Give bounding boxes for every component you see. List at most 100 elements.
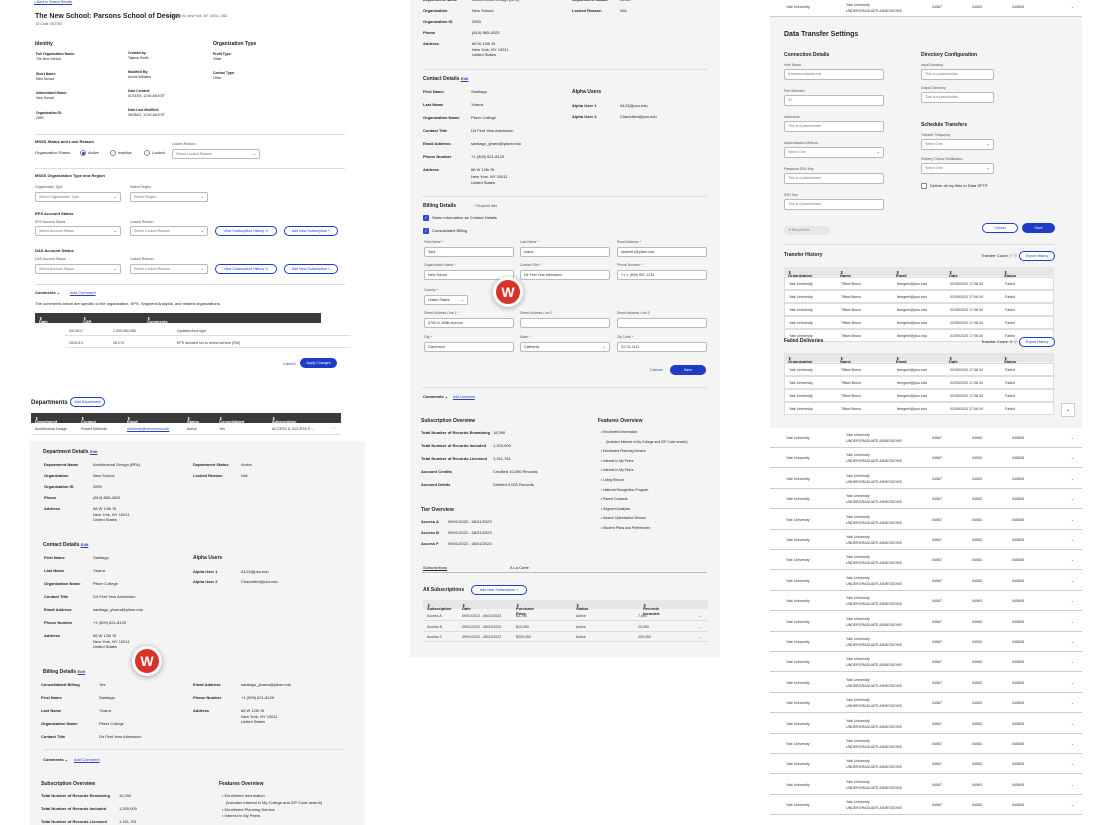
chevron-down-icon[interactable]: ⌄ <box>1071 803 1074 807</box>
connection-input[interactable]: This is a placeholder <box>784 121 884 132</box>
history-row[interactable]: Yale University Tiffani Bruno tbergerd@psu… <box>784 376 1054 389</box>
top-list-row[interactable]: Yale University Yale University UNDERGRA… <box>770 0 1082 17</box>
col-records-included[interactable]: Records Included ⇕ <box>643 603 659 616</box>
locked-reason-select[interactable]: Select Locked Reason ⌄ <box>172 149 260 159</box>
radio-active[interactable] <box>80 150 86 156</box>
col-subscription[interactable]: Subscription ⇕ <box>272 416 296 424</box>
col-subscription[interactable]: Subscription ⇕ <box>427 603 451 611</box>
form-input[interactable]: +1 ∨ (909) 657-1234 <box>617 270 707 280</box>
col-email[interactable]: Email ⇕ <box>896 356 907 364</box>
add-comment-link[interactable]: Add Comment <box>453 395 475 399</box>
save-button[interactable]: Save <box>1022 223 1055 233</box>
chevron-down-icon[interactable]: ⌄ <box>1071 762 1074 766</box>
scroll-down-button[interactable]: ⌄ <box>1061 403 1075 417</box>
form-input[interactable]: Dir First Year Admission <box>520 270 610 280</box>
chevron-down-icon[interactable]: ⌄ <box>1071 538 1074 542</box>
edit-link[interactable]: Edit <box>90 449 98 454</box>
chevron-down-icon[interactable]: ⌄ <box>699 614 702 618</box>
eps-view-history-button[interactable]: View Subscription History ↻ <box>215 226 277 236</box>
save-button[interactable]: Save <box>670 365 706 375</box>
col-email[interactable]: Email ⇕ <box>127 416 138 424</box>
add-comment-link[interactable]: Add Comment <box>70 291 96 295</box>
org-list-row[interactable]: Yale University Yale University UNDERGRADU… <box>770 734 1082 754</box>
col-consolidated-billing[interactable]: Consolidated Billing ⇕ <box>219 416 244 429</box>
directory-input[interactable]: This is a placeholder <box>921 69 994 80</box>
chevron-up-icon[interactable]: ⌃ <box>333 427 336 431</box>
org-list-row[interactable]: Yale University Yale University UNDERGRADU… <box>770 632 1082 652</box>
col-name[interactable]: Name ⇕ <box>840 270 851 278</box>
tab-a-la-carte[interactable]: A La Carte <box>510 566 529 570</box>
das-status-select[interactable]: Select Account Status ⌄ <box>35 264 121 274</box>
chevron-down-icon[interactable]: ⌄ <box>1071 742 1074 746</box>
add-comment-link[interactable]: Add Comment <box>74 758 100 762</box>
org-type-select[interactable]: Select Organization Type ⌄ <box>35 192 121 202</box>
chevron-down-icon[interactable]: ⌄ <box>1071 518 1074 522</box>
chevron-down-icon[interactable]: ⌄ <box>1071 558 1074 562</box>
reset-fields-button[interactable]: ⟲ Reset fields <box>784 226 830 235</box>
directory-input[interactable]: This is a placeholder <box>921 92 994 103</box>
org-list-row[interactable]: Yale University Yale University UNDERGRADU… <box>770 469 1082 489</box>
chevron-down-icon[interactable]: ⌄ <box>1071 681 1074 685</box>
comment-row[interactable]: 10/11/13 26,274 EPS decided not to renew s… <box>65 337 351 348</box>
comment-row[interactable]: 09/19/17 1,000,080,080 Updated Acct type <box>65 325 351 336</box>
edit-link[interactable]: Edit <box>81 542 89 547</box>
org-list-row[interactable]: Yale University Yale University UNDERGRADU… <box>770 550 1082 571</box>
org-list-row[interactable]: Yale University Yale University UNDERGRADU… <box>770 775 1082 795</box>
comments-toggle[interactable]: Comments ⌄ <box>423 395 448 399</box>
chevron-down-icon[interactable]: ⌄ <box>1071 660 1074 664</box>
chevron-down-icon[interactable]: ⌄ <box>1071 497 1074 501</box>
history-row[interactable]: Yale University Tiffani Bruno tbergerd@psu… <box>784 290 1054 303</box>
chevron-down-icon[interactable]: ⌄ <box>1071 436 1074 440</box>
subscription-row[interactable]: Access B 09/01/2022 - 08/31/2023 $10,000 Ac… <box>423 622 708 632</box>
form-input[interactable]: United States ⌄ <box>424 295 468 305</box>
chevron-down-icon[interactable]: ⌄ <box>1071 640 1074 644</box>
department-row[interactable]: Architectural Design Robert Kirkbride rk… <box>31 424 341 435</box>
col-comments[interactable]: Comments ⇕ <box>147 316 168 324</box>
form-input[interactable]: 91711-1111 <box>617 342 707 352</box>
org-list-row[interactable]: Yale University Yale University UNDERGRADU… <box>770 673 1082 693</box>
connection-input[interactable]: Select One ⌄ <box>784 147 884 158</box>
cancel-link[interactable]: Cancel <box>650 368 662 372</box>
eps-add-subscription-button[interactable]: Add New Subscription + <box>284 226 338 236</box>
org-list-row[interactable]: Yale University Yale University UNDERGRADU… <box>770 571 1082 591</box>
org-list-row[interactable]: Yale University Yale University UNDERGRADU… <box>770 510 1082 530</box>
chevron-down-icon[interactable]: ⌄ <box>1071 5 1074 9</box>
chevron-down-icon[interactable]: ⌄ <box>1071 579 1074 583</box>
org-list-row[interactable]: Yale University Yale University UNDERGRADU… <box>770 612 1082 632</box>
das-add-subscription-button[interactable]: Add New Subscription + <box>284 264 338 274</box>
das-locked-select[interactable]: Select Locked Reason ⌄ <box>130 264 208 274</box>
edit-link[interactable]: Edit <box>77 669 85 674</box>
col-department[interactable]: Department ⇕ <box>35 416 57 424</box>
chevron-down-icon[interactable]: ⌄ <box>1071 783 1074 787</box>
subscription-row[interactable]: Access A 09/01/2022 - 08/31/2023 $3,750 Act… <box>423 611 708 621</box>
region-select[interactable]: Select Region ⌄ <box>130 192 208 202</box>
col-status[interactable]: Status ⇕ <box>576 603 588 611</box>
cancel-link[interactable]: Cancel <box>283 362 295 366</box>
history-row[interactable]: Yale University Tiffani Bruno tbergerd@psu… <box>784 303 1054 316</box>
col-contact-name[interactable]: Contact Name ⇕ <box>81 416 96 429</box>
org-list-row[interactable]: Yale University Yale University UNDERGRADU… <box>770 530 1082 550</box>
org-list-row[interactable]: Yale University Yale University UNDERGRADU… <box>770 693 1082 714</box>
deliver-all-checkbox[interactable] <box>921 183 927 189</box>
schedule-input[interactable]: Select One ⌄ <box>921 139 994 150</box>
w-logo-icon[interactable]: W <box>132 646 162 676</box>
same-info-checkbox[interactable]: ✓ <box>423 215 429 221</box>
connection-input[interactable]: ft.tentesconsume.net <box>784 69 884 80</box>
form-input[interactable]: sbarrett1@pitzer.edu <box>617 247 707 257</box>
consolidated-billing-checkbox[interactable]: ✓ <box>423 228 429 234</box>
chevron-down-icon[interactable]: ⌄ <box>1071 599 1074 603</box>
chevron-down-icon[interactable]: ⌄ <box>1071 722 1074 726</box>
history-row[interactable]: Yale University Tiffani Bruno tbergerd@psu… <box>784 316 1054 329</box>
export-failed-button[interactable]: Export History <box>1019 337 1055 347</box>
connection-input[interactable]: 22 <box>784 95 884 106</box>
org-list-row[interactable]: Yale University Yale University UNDERGRADU… <box>770 795 1082 816</box>
col-organization[interactable]: Organization ⇕ <box>788 356 812 364</box>
org-list-row[interactable]: Yale University Yale University UNDERGRADU… <box>770 489 1082 510</box>
edit-link[interactable]: Edit <box>461 76 469 81</box>
chevron-down-icon[interactable]: ⌄ <box>699 625 702 629</box>
col-date[interactable]: Date ⇕ <box>462 603 471 611</box>
eps-status-select[interactable]: Select Account Status ⌄ <box>35 226 121 236</box>
form-input[interactable]: Claremont <box>424 342 514 352</box>
org-list-row[interactable]: Yale University Yale University UNDERGRADU… <box>770 448 1082 469</box>
connection-input[interactable]: This is a placeholder <box>784 173 884 184</box>
